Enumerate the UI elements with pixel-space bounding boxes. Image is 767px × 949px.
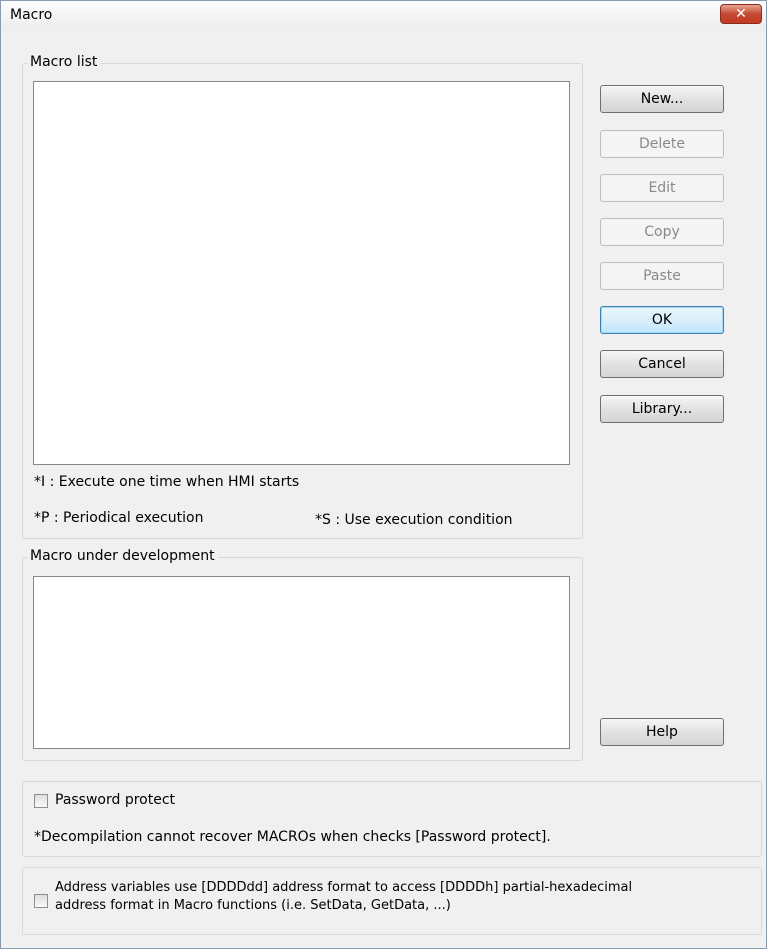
note-execution-condition: *S : Use execution condition <box>315 512 513 528</box>
note-periodical: *P : Periodical execution <box>34 510 204 526</box>
note-execute-once: *I : Execute one time when HMI starts <box>34 474 300 490</box>
close-icon: ✕ <box>735 6 747 22</box>
address-format-checkbox[interactable] <box>34 894 48 908</box>
paste-button[interactable]: Paste <box>600 262 724 290</box>
macro-dev-box[interactable] <box>33 576 570 749</box>
cancel-button[interactable]: Cancel <box>600 350 724 378</box>
ok-button[interactable]: OK <box>600 306 724 334</box>
macro-dev-label: Macro under development <box>27 548 218 564</box>
help-button[interactable]: Help <box>600 718 724 746</box>
address-format-line1[interactable]: Address variables use [DDDDdd] address f… <box>55 880 632 895</box>
close-button[interactable]: ✕ <box>720 4 762 24</box>
new-button[interactable]: New... <box>600 85 724 113</box>
window-title: Macro <box>10 7 53 23</box>
edit-button[interactable]: Edit <box>600 174 724 202</box>
library-button[interactable]: Library... <box>600 395 724 423</box>
macro-list-box[interactable] <box>33 81 570 465</box>
address-format-line2[interactable]: address format in Macro functions (i.e. … <box>55 898 451 913</box>
delete-button[interactable]: Delete <box>600 130 724 158</box>
password-protect-checkbox[interactable] <box>34 794 48 808</box>
password-protect-label[interactable]: Password protect <box>55 792 175 808</box>
copy-button[interactable]: Copy <box>600 218 724 246</box>
password-note: *Decompilation cannot recover MACROs whe… <box>34 829 551 845</box>
macro-list-label: Macro list <box>27 54 101 70</box>
macro-dialog: Macro ✕ Macro list *I : Execute one time… <box>0 0 767 949</box>
title-bar: Macro ✕ <box>1 1 766 31</box>
